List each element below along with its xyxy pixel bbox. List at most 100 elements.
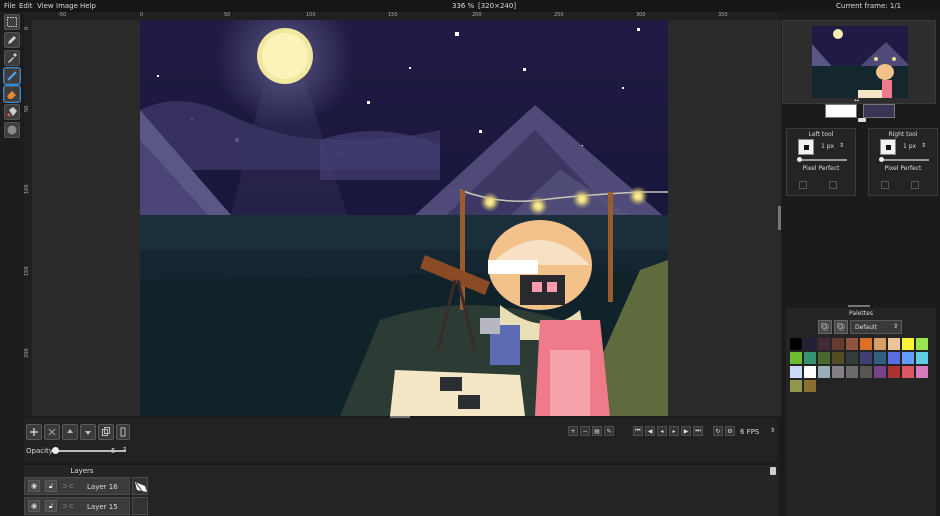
clone-layer-button[interactable] (98, 424, 114, 440)
last-frame-button[interactable]: ⏭ (693, 426, 703, 436)
bucket-tool[interactable] (4, 104, 20, 120)
menu-view[interactable]: View (37, 2, 54, 10)
palette-swatch[interactable] (888, 338, 900, 350)
link-icon[interactable]: ⊃ ⊂ (62, 503, 74, 510)
palette-swatch[interactable] (832, 352, 844, 364)
lock-toggle[interactable]: 🔓︎ (45, 480, 57, 492)
move-layer-up-button[interactable] (62, 424, 78, 440)
palette-swatch[interactable] (846, 352, 858, 364)
right-brush-slider[interactable] (881, 159, 929, 161)
palette-swatch[interactable] (804, 352, 816, 364)
canvas-preview[interactable] (782, 20, 936, 104)
panel-splitter[interactable] (848, 305, 870, 307)
palette-swatch[interactable] (832, 366, 844, 378)
link-icon[interactable]: ⊃ ⊂ (62, 483, 74, 490)
layers-scrollbar[interactable] (770, 467, 776, 475)
lock-toggle[interactable]: 🔓︎ (45, 500, 57, 512)
palette-swatch[interactable] (790, 380, 802, 392)
palette-swatch[interactable] (846, 366, 858, 378)
palette-swatch[interactable] (874, 366, 886, 378)
move-layer-down-button[interactable] (80, 424, 96, 440)
pixel-art-canvas[interactable] (140, 20, 668, 416)
palette-swatch[interactable] (804, 366, 816, 378)
loop-button[interactable]: ↻ (713, 426, 723, 436)
palette-swatch[interactable] (916, 366, 928, 378)
remove-layer-button[interactable] (44, 424, 60, 440)
palette-swatch[interactable] (902, 352, 914, 364)
palette-swatch[interactable] (860, 338, 872, 350)
layer-cel[interactable] (132, 477, 148, 495)
menu-edit[interactable]: Edit (19, 2, 33, 10)
add-palette-button[interactable]: 🎨︎ (818, 320, 832, 334)
copy-frame-button[interactable]: ▤ (592, 426, 602, 436)
eraser-tool[interactable] (3, 85, 21, 103)
right-brush-button[interactable] (880, 139, 896, 155)
canvas-scrollbar[interactable] (778, 20, 781, 416)
left-brush-button[interactable] (798, 139, 814, 155)
palette-swatch[interactable] (916, 352, 928, 364)
palette-swatch[interactable] (888, 352, 900, 364)
first-frame-button[interactable]: ⏮ (633, 426, 643, 436)
drawing-canvas-area[interactable] (32, 20, 778, 416)
left-pixel-perfect-toggle[interactable]: Pixel Perfect (787, 165, 855, 172)
merge-layer-button[interactable] (116, 424, 130, 440)
add-layer-button[interactable] (26, 424, 42, 440)
palette-swatch[interactable] (902, 366, 914, 378)
menu-image[interactable]: Image (56, 2, 78, 10)
left-brush-slider[interactable] (799, 159, 847, 161)
palette-swatch[interactable] (874, 338, 886, 350)
remove-frame-button[interactable]: − (580, 426, 590, 436)
onion-skin-button[interactable]: ✎ (604, 426, 614, 436)
menu-file[interactable]: File (4, 2, 16, 10)
palette-swatch[interactable] (818, 352, 830, 364)
fps-stepper-icon[interactable]: ⇕ (770, 427, 775, 434)
pencil-tool[interactable] (4, 32, 20, 48)
add-frame-button[interactable]: + (568, 426, 578, 436)
shading-tool[interactable] (4, 122, 20, 138)
right-pixel-perfect-toggle[interactable]: Pixel Perfect (869, 165, 937, 172)
reset-colors-icon[interactable] (858, 118, 866, 122)
previous-frame-button[interactable]: ◂ (657, 426, 667, 436)
palette-swatch[interactable] (804, 338, 816, 350)
palette-swatch[interactable] (818, 338, 830, 350)
left-mirror-h-icon[interactable] (799, 181, 807, 189)
right-color-swatch[interactable] (863, 104, 895, 118)
palette-swatch[interactable] (902, 338, 914, 350)
palette-swatch[interactable] (804, 380, 816, 392)
left-brush-slider-handle[interactable] (797, 157, 802, 162)
edit-palette-button[interactable]: 🎨︎ (834, 320, 848, 334)
opacity-slider-handle[interactable] (52, 447, 59, 454)
layer-row[interactable]: ◉ 🔓︎ ⊃ ⊂ Layer 15 (24, 497, 130, 515)
right-mirror-h-icon[interactable] (881, 181, 889, 189)
layer-row[interactable]: ◉ 🔓︎ ⊃ ⊂ Layer 16 (24, 477, 130, 495)
menu-help[interactable]: Help (80, 2, 96, 10)
palette-swatch[interactable] (916, 338, 928, 350)
opacity-stepper-icon[interactable]: ⇕ (122, 446, 127, 453)
visibility-toggle[interactable]: ◉ (28, 500, 40, 512)
palette-swatch[interactable] (790, 366, 802, 378)
right-size-stepper-icon[interactable]: ⇕ (921, 142, 926, 149)
palette-swatch[interactable] (790, 338, 802, 350)
palette-swatch[interactable] (860, 366, 872, 378)
onion-settings-button[interactable]: ⚙ (725, 426, 735, 436)
play-button[interactable]: ▸ (669, 426, 679, 436)
palette-swatch[interactable] (818, 366, 830, 378)
play-backwards-button[interactable]: ◀ (645, 426, 655, 436)
left-size-stepper-icon[interactable]: ⇕ (839, 142, 844, 149)
color-picker-tool[interactable] (4, 50, 20, 66)
palette-swatch[interactable] (832, 338, 844, 350)
next-frame-button[interactable]: ▶ (681, 426, 691, 436)
left-color-swatch[interactable] (825, 104, 857, 118)
line-tool[interactable] (3, 67, 21, 85)
palette-swatch[interactable] (790, 352, 802, 364)
palette-swatch[interactable] (874, 352, 886, 364)
right-brush-slider-handle[interactable] (879, 157, 884, 162)
palette-swatch[interactable] (860, 352, 872, 364)
layer-cel[interactable] (132, 497, 148, 515)
palette-select[interactable]: Default ⇕ (850, 320, 902, 334)
palette-swatch[interactable] (888, 366, 900, 378)
palette-swatch[interactable] (846, 338, 858, 350)
right-mirror-v-icon[interactable] (911, 181, 919, 189)
visibility-toggle[interactable]: ◉ (28, 480, 40, 492)
rectangle-select-tool[interactable] (4, 14, 20, 30)
